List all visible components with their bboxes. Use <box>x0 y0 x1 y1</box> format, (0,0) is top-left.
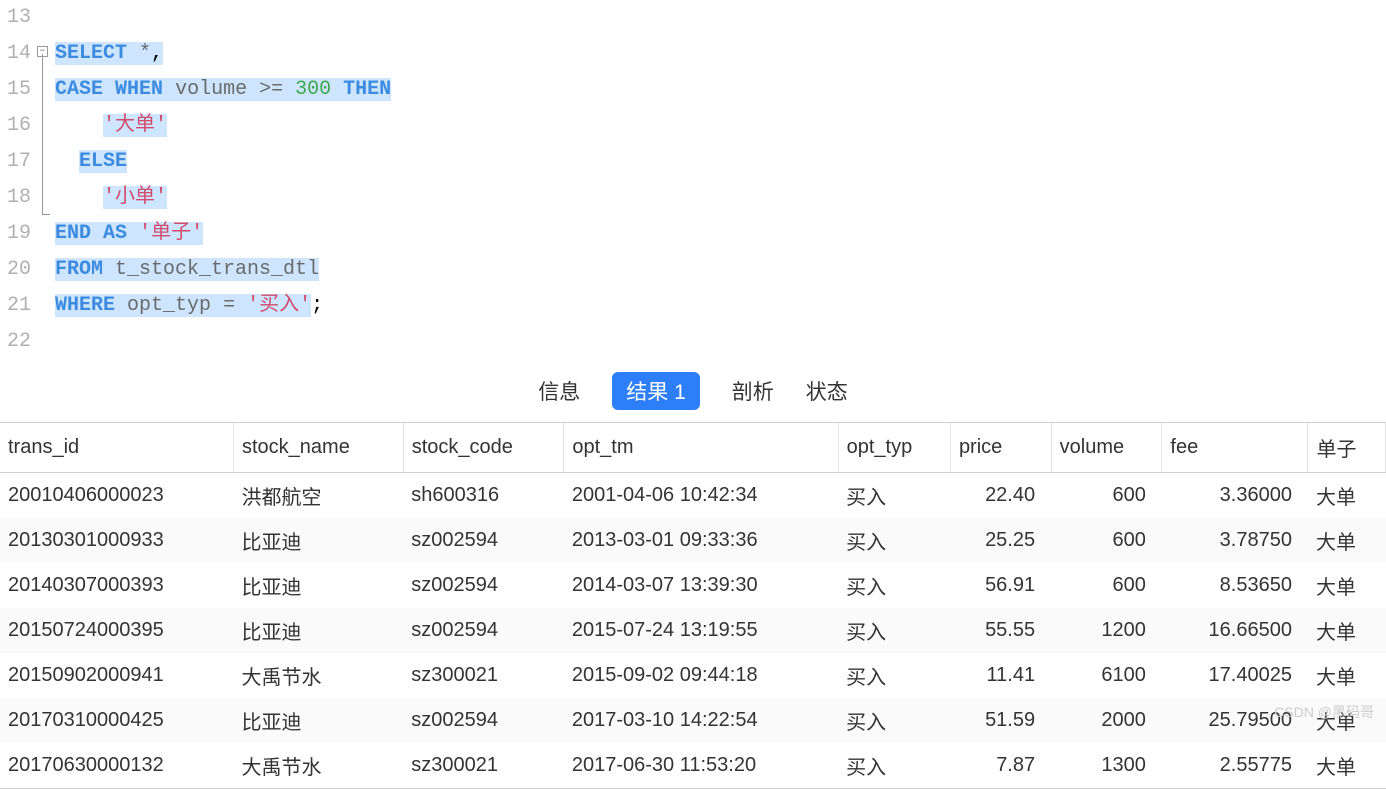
table-cell[interactable]: 买入 <box>838 563 950 608</box>
result-grid-container: trans_idstock_namestock_codeopt_tmopt_ty… <box>0 422 1386 789</box>
table-cell[interactable]: 16.66500 <box>1162 608 1308 653</box>
table-cell[interactable]: sh600316 <box>403 473 564 519</box>
table-row[interactable]: 20140307000393比亚迪sz0025942014-03-07 13:3… <box>0 563 1386 608</box>
table-cell[interactable]: 买入 <box>838 518 950 563</box>
column-header[interactable]: stock_name <box>233 423 403 473</box>
table-cell[interactable]: 56.91 <box>950 563 1051 608</box>
column-header[interactable]: stock_code <box>403 423 564 473</box>
table-cell[interactable]: 2000 <box>1051 698 1162 743</box>
column-header[interactable]: 单子 <box>1308 423 1386 473</box>
column-header[interactable]: opt_tm <box>564 423 838 473</box>
table-cell[interactable]: 20130301000933 <box>0 518 233 563</box>
table-cell[interactable]: 20140307000393 <box>0 563 233 608</box>
tab-info[interactable]: 信息 <box>538 376 580 406</box>
table-cell[interactable]: sz002594 <box>403 698 564 743</box>
table-cell[interactable]: 大单 <box>1308 563 1386 608</box>
table-cell[interactable]: 20170310000425 <box>0 698 233 743</box>
table-cell[interactable]: 600 <box>1051 518 1162 563</box>
code-area[interactable]: SELECT *,CASE WHEN volume >= 300 THEN '大… <box>55 0 391 360</box>
table-cell[interactable]: 2014-03-07 13:39:30 <box>564 563 838 608</box>
table-cell[interactable]: 大单 <box>1308 608 1386 653</box>
table-cell[interactable]: 买入 <box>838 743 950 788</box>
table-cell[interactable]: 51.59 <box>950 698 1051 743</box>
table-cell[interactable]: 大禹节水 <box>233 743 403 788</box>
column-header[interactable]: fee <box>1162 423 1308 473</box>
table-cell[interactable]: 买入 <box>838 608 950 653</box>
table-header-row: trans_idstock_namestock_codeopt_tmopt_ty… <box>0 423 1386 473</box>
table-cell[interactable]: 3.36000 <box>1162 473 1308 519</box>
tab-result[interactable]: 结果 1 <box>612 372 700 410</box>
tab-status[interactable]: 状态 <box>806 376 848 406</box>
column-header[interactable]: trans_id <box>0 423 233 473</box>
table-cell[interactable]: 11.41 <box>950 653 1051 698</box>
table-row[interactable]: 20150724000395比亚迪sz0025942015-07-24 13:1… <box>0 608 1386 653</box>
table-cell[interactable]: 买入 <box>838 653 950 698</box>
table-cell[interactable]: 2015-07-24 13:19:55 <box>564 608 838 653</box>
table-cell[interactable]: 比亚迪 <box>233 608 403 653</box>
fold-column: − <box>35 0 55 360</box>
table-cell[interactable]: sz002594 <box>403 518 564 563</box>
table-cell[interactable]: 6100 <box>1051 653 1162 698</box>
sql-editor[interactable]: 13141516171819202122 − SELECT *,CASE WHE… <box>0 0 1386 360</box>
table-cell[interactable]: 2013-03-01 09:33:36 <box>564 518 838 563</box>
table-cell[interactable]: 买入 <box>838 698 950 743</box>
line-number-gutter: 13141516171819202122 <box>0 0 35 360</box>
table-cell[interactable]: sz300021 <box>403 743 564 788</box>
column-header[interactable]: opt_typ <box>838 423 950 473</box>
table-row[interactable]: 20010406000023洪都航空sh6003162001-04-06 10:… <box>0 473 1386 519</box>
table-cell[interactable]: 3.78750 <box>1162 518 1308 563</box>
table-cell[interactable]: sz002594 <box>403 563 564 608</box>
table-cell[interactable]: 2015-09-02 09:44:18 <box>564 653 838 698</box>
table-cell[interactable]: 比亚迪 <box>233 518 403 563</box>
table-cell[interactable]: 17.40025 <box>1162 653 1308 698</box>
table-row[interactable]: 20130301000933比亚迪sz0025942013-03-01 09:3… <box>0 518 1386 563</box>
table-cell[interactable]: 600 <box>1051 473 1162 519</box>
table-cell[interactable]: 买入 <box>838 473 950 519</box>
table-cell[interactable]: 大禹节水 <box>233 653 403 698</box>
result-tabs: 信息 结果 1 剖析 状态 <box>0 360 1386 422</box>
table-cell[interactable]: 7.87 <box>950 743 1051 788</box>
table-cell[interactable]: 22.40 <box>950 473 1051 519</box>
table-cell[interactable]: 600 <box>1051 563 1162 608</box>
table-cell[interactable]: 20170630000132 <box>0 743 233 788</box>
table-cell[interactable]: 25.25 <box>950 518 1051 563</box>
table-row[interactable]: 20170310000425比亚迪sz0025942017-03-10 14:2… <box>0 698 1386 743</box>
table-cell[interactable]: 大单 <box>1308 743 1386 788</box>
table-cell[interactable]: sz002594 <box>403 608 564 653</box>
table-cell[interactable]: 洪都航空 <box>233 473 403 519</box>
table-cell[interactable]: 8.53650 <box>1162 563 1308 608</box>
tab-profile[interactable]: 剖析 <box>732 376 774 406</box>
watermark: CSDN @黑码哥 <box>1274 702 1374 722</box>
table-cell[interactable]: 2017-06-30 11:53:20 <box>564 743 838 788</box>
table-cell[interactable]: sz300021 <box>403 653 564 698</box>
table-row[interactable]: 20170630000132大禹节水sz3000212017-06-30 11:… <box>0 743 1386 788</box>
table-cell[interactable]: 2.55775 <box>1162 743 1308 788</box>
column-header[interactable]: volume <box>1051 423 1162 473</box>
table-cell[interactable]: 2017-03-10 14:22:54 <box>564 698 838 743</box>
table-cell[interactable]: 20150724000395 <box>0 608 233 653</box>
table-cell[interactable]: 20150902000941 <box>0 653 233 698</box>
table-cell[interactable]: 2001-04-06 10:42:34 <box>564 473 838 519</box>
table-cell[interactable]: 大单 <box>1308 518 1386 563</box>
column-header[interactable]: price <box>950 423 1051 473</box>
result-grid[interactable]: trans_idstock_namestock_codeopt_tmopt_ty… <box>0 423 1386 788</box>
table-cell[interactable]: 1200 <box>1051 608 1162 653</box>
table-cell[interactable]: 55.55 <box>950 608 1051 653</box>
table-row[interactable]: 20150902000941大禹节水sz3000212015-09-02 09:… <box>0 653 1386 698</box>
table-cell[interactable]: 比亚迪 <box>233 698 403 743</box>
table-body: 20010406000023洪都航空sh6003162001-04-06 10:… <box>0 473 1386 789</box>
table-cell[interactable]: 大单 <box>1308 653 1386 698</box>
table-cell[interactable]: 比亚迪 <box>233 563 403 608</box>
table-cell[interactable]: 20010406000023 <box>0 473 233 519</box>
table-cell[interactable]: 大单 <box>1308 473 1386 519</box>
table-cell[interactable]: 1300 <box>1051 743 1162 788</box>
